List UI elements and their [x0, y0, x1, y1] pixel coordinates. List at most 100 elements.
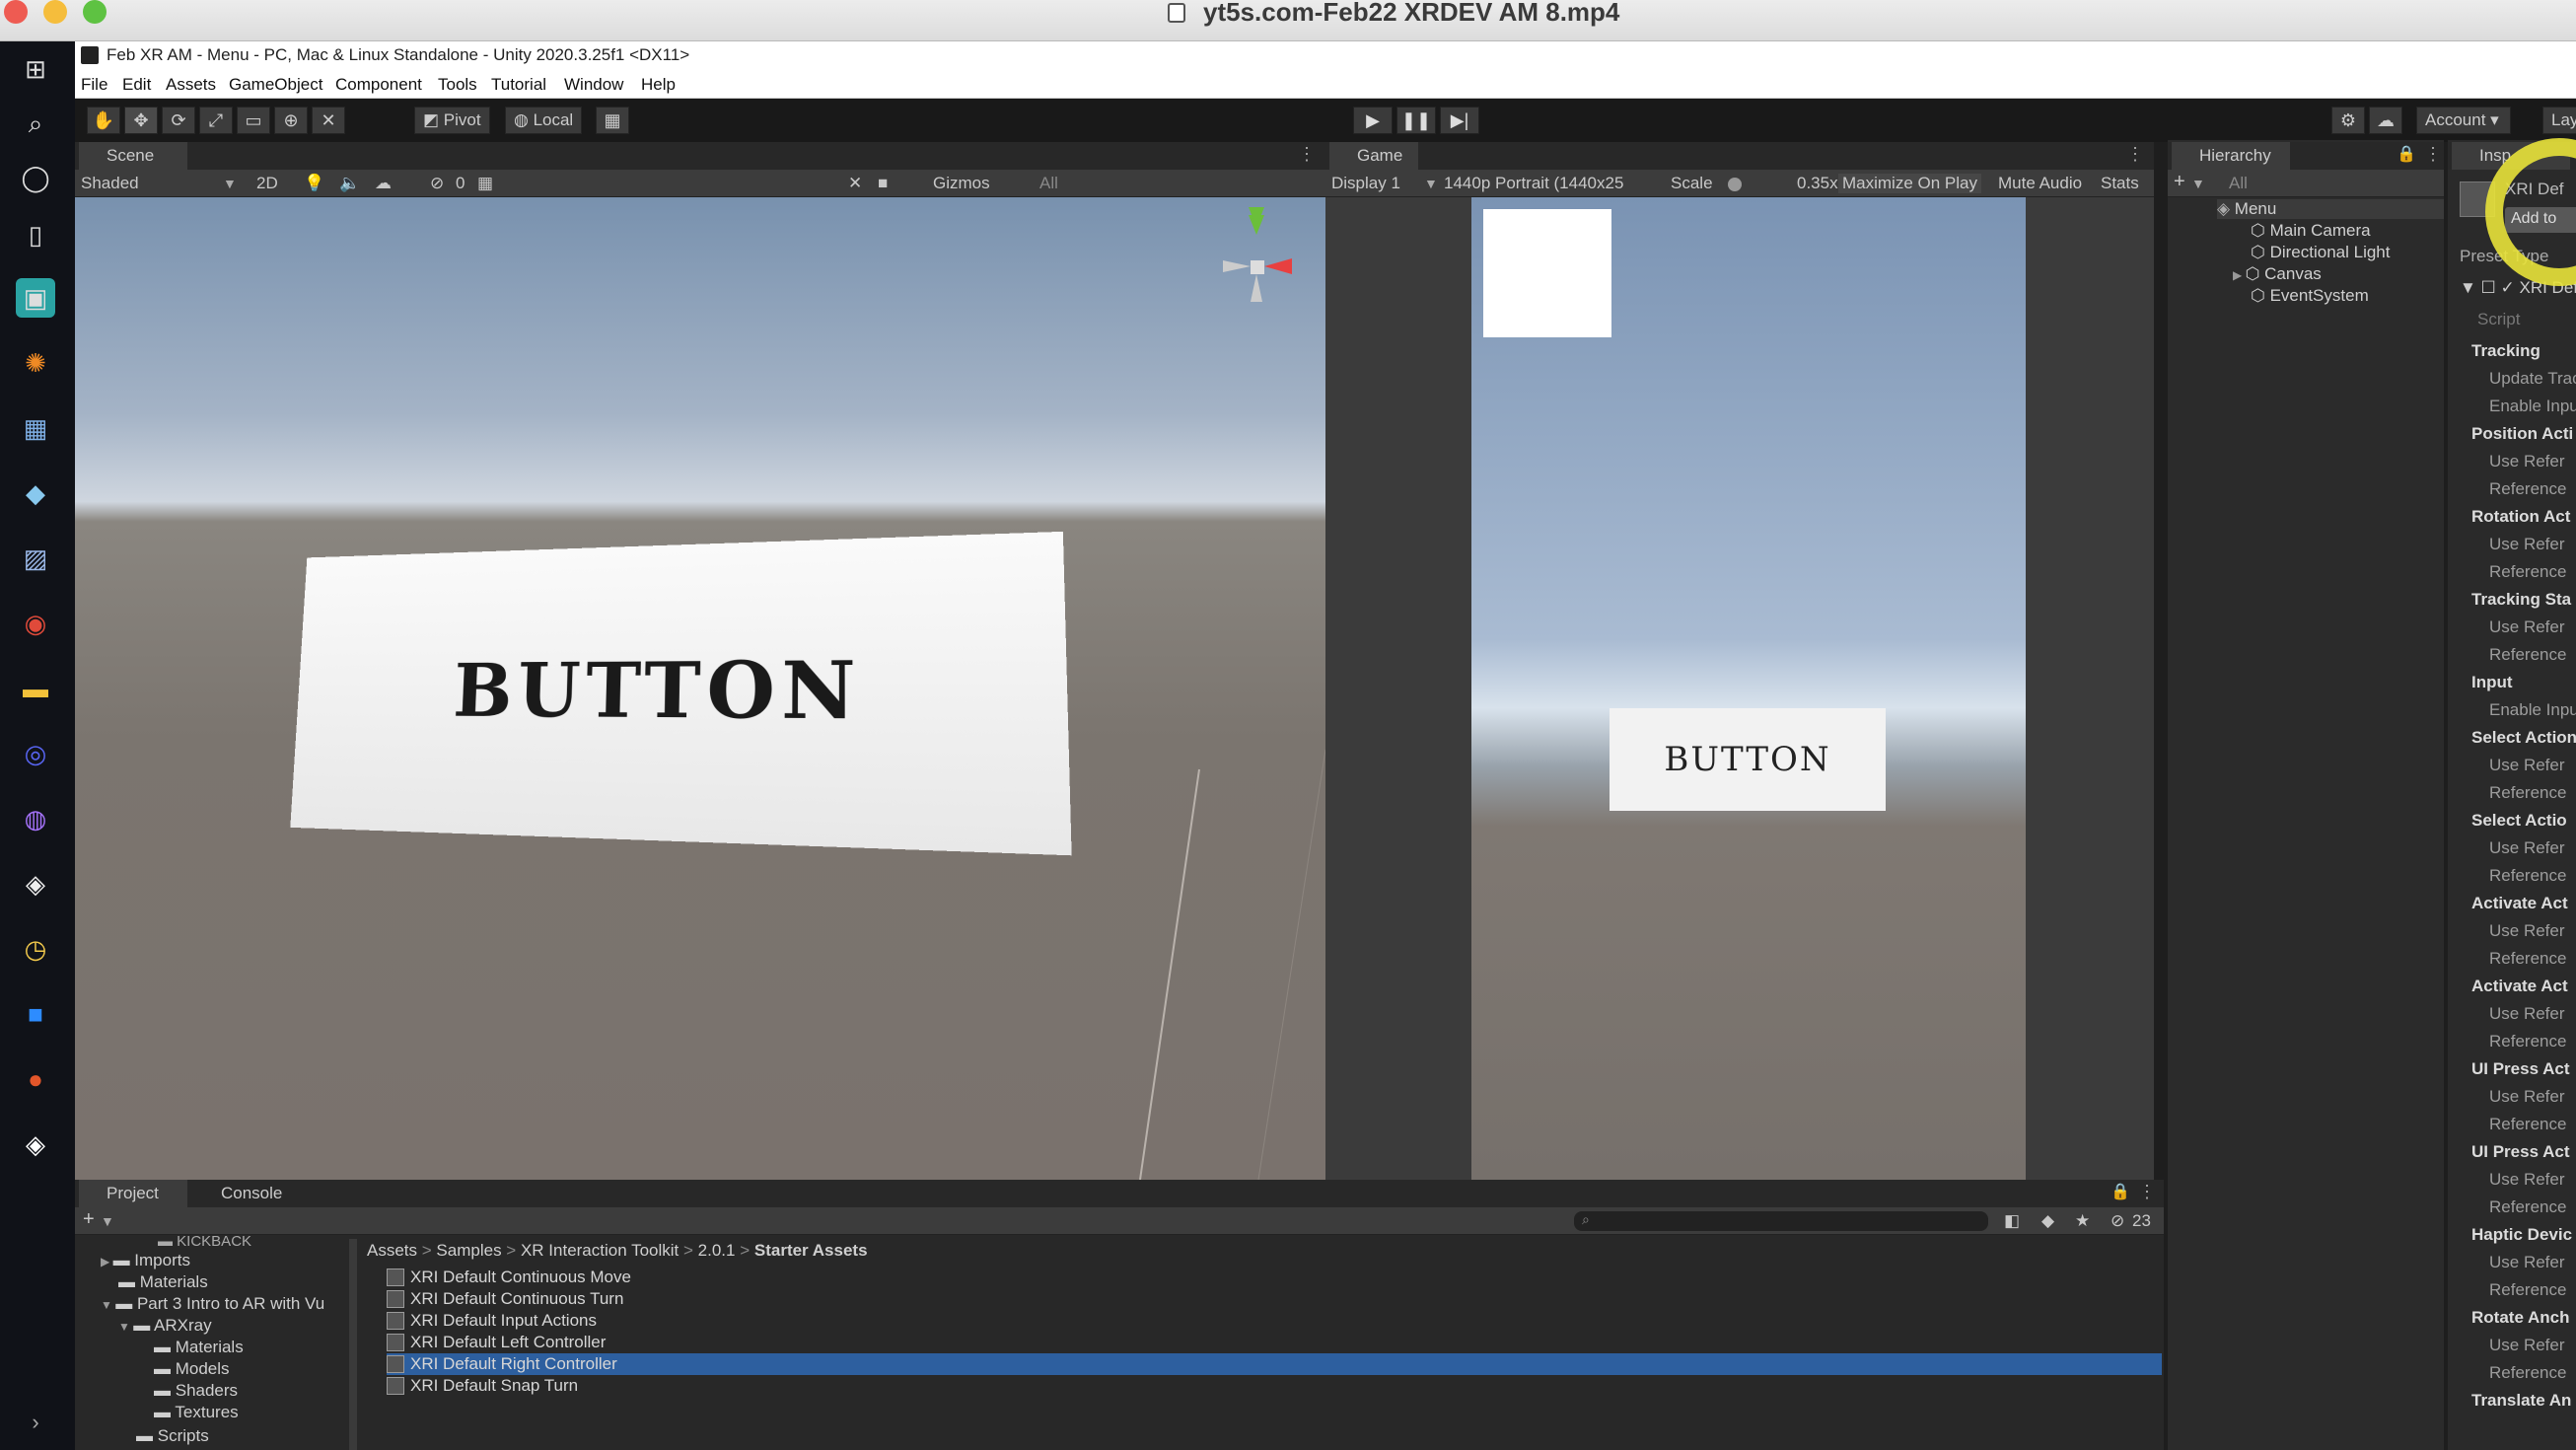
discord-icon[interactable]: ◎ [16, 734, 55, 773]
clock-icon[interactable]: ◷ [16, 929, 55, 969]
breadcrumb-item[interactable]: XR Interaction Toolkit [521, 1241, 679, 1260]
expand-arrow-icon[interactable]: ▶ [101, 1255, 113, 1269]
inspector-section-header[interactable]: Haptic Devic [2471, 1225, 2572, 1245]
inspector-section-header[interactable]: UI Press Act [2471, 1059, 2570, 1079]
layers-dropdown[interactable]: Lay [2542, 107, 2576, 134]
menu-file[interactable]: File [81, 75, 107, 95]
kebab-menu-icon[interactable]: ⋮ [2424, 144, 2442, 165]
custom-tool-icon[interactable]: ✕ [312, 107, 345, 134]
hand-tool-icon[interactable]: ✋ [87, 107, 120, 134]
filter-label-icon[interactable]: ◆ [2041, 1211, 2054, 1231]
kebab-menu-icon[interactable]: ⋮ [1298, 144, 1316, 165]
mute-audio-toggle[interactable]: Mute Audio [1998, 174, 2082, 193]
app-icon[interactable]: ▣ [16, 278, 55, 318]
tab-console[interactable]: Console [193, 1180, 302, 1207]
inspector-section-header[interactable]: Activate Act [2471, 977, 2568, 996]
scene-button-object[interactable]: BUTTON [290, 531, 1072, 856]
inspector-section-header[interactable]: Tracking Sta [2471, 590, 2571, 610]
tree-item[interactable]: ▼ ▬ Part 3 Intro to AR with Vu [101, 1294, 324, 1314]
tab-game[interactable]: Game [1329, 142, 1418, 170]
asset-item[interactable]: XRI Default Input Actions [387, 1310, 2162, 1332]
gizmos-dropdown[interactable]: Gizmos [933, 174, 990, 193]
tree-item[interactable]: ▬ Materials [118, 1272, 208, 1292]
hierarchy-item-menu[interactable]: ◈ Menu [2217, 199, 2444, 219]
visibility-icon[interactable]: ⊘ [430, 174, 444, 193]
menu-help[interactable]: Help [641, 75, 676, 95]
breadcrumb-item[interactable]: 2.0.1 [698, 1241, 736, 1260]
inspector-section-header[interactable]: Rotation Act [2471, 507, 2570, 527]
menu-window[interactable]: Window [564, 75, 623, 95]
file-explorer-icon[interactable]: ▬ [16, 669, 55, 708]
expand-arrow-icon[interactable]: ▼ [101, 1298, 115, 1312]
tab-scene[interactable]: Scene [79, 142, 187, 170]
tree-scrollbar[interactable] [349, 1239, 357, 1450]
move-tool-icon[interactable]: ✥ [124, 107, 158, 134]
hierarchy-search-input[interactable]: All [2229, 174, 2248, 193]
transform-tool-icon[interactable]: ⊕ [274, 107, 308, 134]
filter-type-icon[interactable]: ◧ [2004, 1211, 2020, 1231]
cortana-icon[interactable]: ◯ [16, 158, 55, 197]
add-icon[interactable]: + [2174, 171, 2185, 193]
favorite-icon[interactable]: ★ [2075, 1211, 2090, 1231]
breadcrumb-item[interactable]: Assets [367, 1241, 417, 1260]
scene-gizmo-icon[interactable] [1209, 205, 1308, 314]
tools-icon[interactable]: ✕ [848, 174, 862, 193]
display-dropdown[interactable]: Display 1 [1331, 174, 1400, 193]
camera-icon[interactable]: ■ [878, 174, 888, 193]
resolution-dropdown[interactable]: 1440p Portrait (1440x25 [1444, 174, 1623, 193]
add-icon[interactable]: + [83, 1208, 95, 1231]
cloud-icon[interactable]: ☁ [2369, 107, 2402, 134]
menu-edit[interactable]: Edit [122, 75, 151, 95]
close-window-button[interactable] [4, 0, 28, 24]
zoom-window-button[interactable] [83, 0, 107, 24]
maximize-on-play-toggle[interactable]: Maximize On Play [1838, 174, 1981, 193]
tree-item[interactable]: ▼ ▬ ARXray [118, 1316, 212, 1336]
lock-icon[interactable]: 🔒 [2111, 1182, 2130, 1201]
unity-hub-icon[interactable]: ◈ [16, 864, 55, 904]
hierarchy-item-eventsystem[interactable]: ⬡ EventSystem [2251, 286, 2369, 306]
windows-start-icon[interactable]: ⊞ [16, 49, 55, 89]
scene-view[interactable]: BUTTON [75, 197, 1325, 1180]
tree-item[interactable]: ▬ Kickback [158, 1233, 251, 1250]
tree-item[interactable]: ▶ ▬ Imports [101, 1251, 190, 1270]
kebab-menu-icon[interactable]: ⋮ [2126, 144, 2144, 165]
tree-item[interactable]: ▬ Shaders [154, 1381, 238, 1401]
effects-icon[interactable]: ☁ [375, 174, 392, 193]
tree-item[interactable]: ▬ Textures [154, 1403, 239, 1422]
tree-item[interactable]: ▬ Scripts [136, 1426, 209, 1446]
account-dropdown[interactable]: Account ▾ [2416, 107, 2511, 134]
breadcrumb-item[interactable]: Samples [436, 1241, 501, 1260]
chrome-icon[interactable]: ◉ [16, 604, 55, 643]
asset-item[interactable]: XRI Default Snap Turn [387, 1375, 2162, 1397]
lighting-icon[interactable]: 💡 [304, 174, 324, 193]
asset-item[interactable]: XRI Default Continuous Turn [387, 1288, 2162, 1310]
project-search-input[interactable]: ⌕ [1574, 1211, 1988, 1231]
notes-icon[interactable]: ◆ [16, 473, 55, 513]
shading-dropdown[interactable]: Shaded [81, 174, 139, 193]
inspector-section-header[interactable]: UI Press Act [2471, 1142, 2570, 1162]
menu-tutorial[interactable]: Tutorial [491, 75, 546, 95]
inspector-section-header[interactable]: Select Action [2471, 728, 2576, 748]
asset-item[interactable]: XRI Default Left Controller [387, 1332, 2162, 1353]
expand-arrow-icon[interactable]: ▶ [2233, 268, 2246, 282]
grid-icon[interactable]: ▦ [477, 174, 493, 193]
inspector-section-header[interactable]: Rotate Anch [2471, 1308, 2570, 1328]
lock-icon[interactable]: 🔒 [2397, 144, 2416, 164]
app-icon-2[interactable]: ● [16, 1059, 55, 1099]
pause-button[interactable]: ❚❚ [1396, 107, 1436, 134]
blender-icon[interactable]: ✺ [16, 343, 55, 383]
scene-search-input[interactable]: All [1039, 174, 1058, 193]
zoom-icon[interactable]: ■ [16, 994, 55, 1034]
inspector-section-header[interactable]: Input [2471, 673, 2513, 692]
github-icon[interactable]: ◍ [16, 799, 55, 838]
inspector-section-header[interactable]: Activate Act [2471, 894, 2568, 913]
mode-2d-toggle[interactable]: 2D [256, 174, 278, 193]
menu-gameobject[interactable]: GameObject [229, 75, 322, 95]
search-icon[interactable]: ⌕ [16, 105, 55, 144]
tree-item[interactable]: ▬ Models [154, 1359, 230, 1379]
breadcrumb-item-current[interactable]: Starter Assets [754, 1241, 868, 1260]
unity-icon[interactable]: ◈ [16, 1124, 55, 1164]
local-toggle[interactable]: ◍ Local [505, 107, 583, 134]
hierarchy-item-main-camera[interactable]: ⬡ Main Camera [2251, 221, 2371, 241]
tab-project[interactable]: Project [79, 1180, 187, 1207]
